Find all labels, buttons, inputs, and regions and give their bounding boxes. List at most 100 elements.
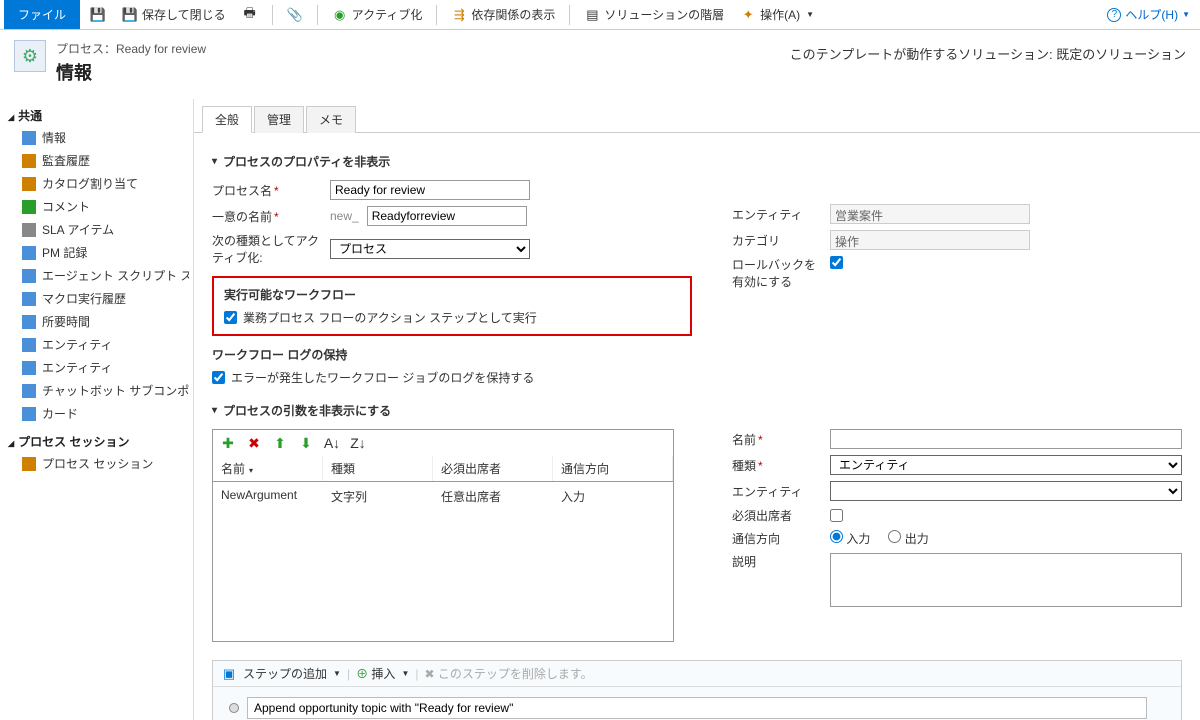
arg-required-checkbox[interactable] bbox=[830, 509, 843, 522]
cell-type: 文字列 bbox=[323, 486, 433, 507]
solution-layers-button[interactable]: ▤ソリューションの階層 bbox=[578, 4, 730, 25]
print-button[interactable]: 🖶 bbox=[236, 5, 264, 25]
solution-layers-label: ソリューションの階層 bbox=[604, 6, 724, 23]
add-step-button[interactable]: ステップの追加 bbox=[243, 665, 327, 682]
sidebar: 共通 情報監査履歴カタログ割り当てコメント SLA アイテム PM 記録エージェント… bbox=[0, 99, 194, 720]
arg-entity-select[interactable] bbox=[830, 481, 1182, 501]
delete-icon[interactable]: ✖ bbox=[245, 434, 263, 452]
activate-icon: ◉ bbox=[332, 7, 348, 23]
operations-menu[interactable]: ✦操作(A)▼ bbox=[734, 4, 820, 25]
sidebar-item-label: マクロ実行履歴 bbox=[42, 290, 126, 307]
sidebar-item-label: 情報 bbox=[42, 129, 66, 146]
save-close-label: 保存して閉じる bbox=[142, 6, 226, 23]
add-icon[interactable]: ✚ bbox=[219, 434, 237, 452]
file-menu[interactable]: ファイル bbox=[4, 0, 80, 29]
insert-step-button[interactable]: ⊕ 挿入 bbox=[356, 665, 395, 682]
print-icon: 🖶 bbox=[242, 7, 258, 23]
run-as-bpf-checkbox[interactable] bbox=[224, 311, 237, 324]
label-arg-type: 種類 bbox=[732, 457, 822, 474]
sidebar-item[interactable]: エンティティ bbox=[4, 356, 189, 379]
dir-out-option[interactable]: 出力 bbox=[888, 530, 928, 547]
arg-desc-textarea[interactable] bbox=[830, 553, 1182, 607]
show-deps-label: 依存関係の表示 bbox=[471, 6, 555, 23]
sidebar-item[interactable]: SLA アイテム bbox=[4, 218, 189, 241]
sidebar-item-label: プロセス セッション bbox=[42, 455, 153, 472]
sidebar-item[interactable]: プロセス セッション bbox=[4, 452, 189, 475]
activate-button[interactable]: ◉アクティブ化 bbox=[326, 4, 429, 25]
sidebar-item[interactable]: 所要時間 bbox=[4, 310, 189, 333]
sidebar-item[interactable]: PM 記録 bbox=[4, 241, 189, 264]
layers-icon: ▤ bbox=[584, 7, 600, 23]
arg-type-select[interactable]: エンティティ bbox=[830, 455, 1182, 475]
unique-name-input[interactable] bbox=[367, 206, 527, 226]
cell-name: NewArgument bbox=[213, 486, 323, 507]
col-type[interactable]: 種類 bbox=[323, 456, 433, 481]
section-arguments[interactable]: プロセスの引数を非表示にする bbox=[212, 402, 1182, 419]
save-close-button[interactable]: 💾保存して閉じる bbox=[116, 4, 232, 25]
activate-as-select[interactable]: プロセス bbox=[330, 239, 530, 259]
sidebar-item[interactable]: 情報 bbox=[4, 126, 189, 149]
label-entity: エンティティ bbox=[732, 206, 822, 223]
attach-button[interactable]: 📎 bbox=[281, 5, 309, 25]
up-icon[interactable]: ⬆ bbox=[271, 434, 289, 452]
sidebar-item[interactable]: エージェント スクリプト ス… bbox=[4, 264, 189, 287]
sort-desc-icon[interactable]: Z↓ bbox=[349, 434, 367, 452]
grid-row[interactable]: NewArgument 文字列 任意出席者 入力 bbox=[213, 482, 673, 511]
help-icon: ? bbox=[1107, 8, 1121, 22]
show-deps-button[interactable]: ⇶依存関係の表示 bbox=[445, 4, 561, 25]
sidebar-item[interactable]: カタログ割り当て bbox=[4, 172, 189, 195]
separator bbox=[436, 5, 437, 25]
tab-notes[interactable]: メモ bbox=[306, 106, 356, 133]
log-retain-head: ワークフロー ログの保持 bbox=[212, 346, 692, 363]
sidebar-item[interactable]: カード bbox=[4, 402, 189, 425]
sidebar-item-icon bbox=[22, 177, 36, 191]
sidebar-item[interactable]: チャットボット サブコンポ… bbox=[4, 379, 189, 402]
sidebar-item-icon bbox=[22, 457, 36, 471]
sidebar-item[interactable]: マクロ実行履歴 bbox=[4, 287, 189, 310]
keep-error-log-checkbox[interactable] bbox=[212, 371, 225, 384]
rollback-checkbox[interactable] bbox=[830, 256, 843, 269]
label-activate-as: 次の種類としてアクティブ化: bbox=[212, 232, 322, 266]
step-bullet-icon bbox=[229, 703, 239, 713]
sidebar-item-icon bbox=[22, 154, 36, 168]
sidebar-item-icon bbox=[22, 131, 36, 145]
sidebar-item-icon bbox=[22, 315, 36, 329]
sort-asc-icon[interactable]: A↓ bbox=[323, 434, 341, 452]
arg-name-input[interactable] bbox=[830, 429, 1182, 449]
section-properties[interactable]: プロセスのプロパティを非表示 bbox=[212, 153, 1182, 170]
sidebar-group-common[interactable]: 共通 bbox=[4, 105, 189, 126]
sidebar-group-session[interactable]: プロセス セッション bbox=[4, 431, 189, 452]
delete-step-button: ✖ このステップを削除します。 bbox=[424, 665, 592, 682]
steps-box: ▣ ステップの追加 ▼ | ⊕ 挿入 ▼ | ✖ このステップを削除します。 更… bbox=[212, 660, 1182, 720]
tab-general[interactable]: 全般 bbox=[202, 106, 252, 133]
save-close-icon: 💾 bbox=[122, 7, 138, 23]
tabs: 全般 管理 メモ bbox=[194, 99, 1200, 133]
process-name-input[interactable] bbox=[330, 180, 530, 200]
sidebar-item-icon bbox=[22, 269, 36, 283]
col-direction[interactable]: 通信方向 bbox=[553, 456, 673, 481]
sidebar-item-label: SLA アイテム bbox=[42, 221, 114, 238]
separator bbox=[569, 5, 570, 25]
toolbar: ファイル 💾 💾保存して閉じる 🖶 📎 ◉アクティブ化 ⇶依存関係の表示 ▤ソリ… bbox=[0, 0, 1200, 30]
help-link[interactable]: ?ヘルプ(H)▼ bbox=[1107, 6, 1196, 23]
tab-admin[interactable]: 管理 bbox=[254, 106, 304, 133]
entity-field: 営業案件 bbox=[830, 204, 1030, 224]
col-required[interactable]: 必須出席者 bbox=[433, 456, 553, 481]
col-name[interactable]: 名前 bbox=[213, 456, 323, 481]
sidebar-item[interactable]: 監査履歴 bbox=[4, 149, 189, 172]
deps-icon: ⇶ bbox=[451, 7, 467, 23]
runnable-head: 実行可能なワークフロー bbox=[224, 286, 680, 303]
step-description-input[interactable] bbox=[247, 697, 1147, 719]
separator bbox=[317, 5, 318, 25]
sidebar-item-label: 監査履歴 bbox=[42, 152, 90, 169]
sidebar-item-icon bbox=[22, 200, 36, 214]
sidebar-item[interactable]: コメント bbox=[4, 195, 189, 218]
chevron-down-icon: ▼ bbox=[333, 669, 341, 678]
save-button[interactable]: 💾 bbox=[84, 5, 112, 25]
sidebar-item[interactable]: エンティティ bbox=[4, 333, 189, 356]
sidebar-item-icon bbox=[22, 292, 36, 306]
label-arg-required: 必須出席者 bbox=[732, 507, 822, 524]
down-icon[interactable]: ⬇ bbox=[297, 434, 315, 452]
attach-icon: 📎 bbox=[287, 7, 303, 23]
dir-in-option[interactable]: 入力 bbox=[830, 530, 870, 547]
